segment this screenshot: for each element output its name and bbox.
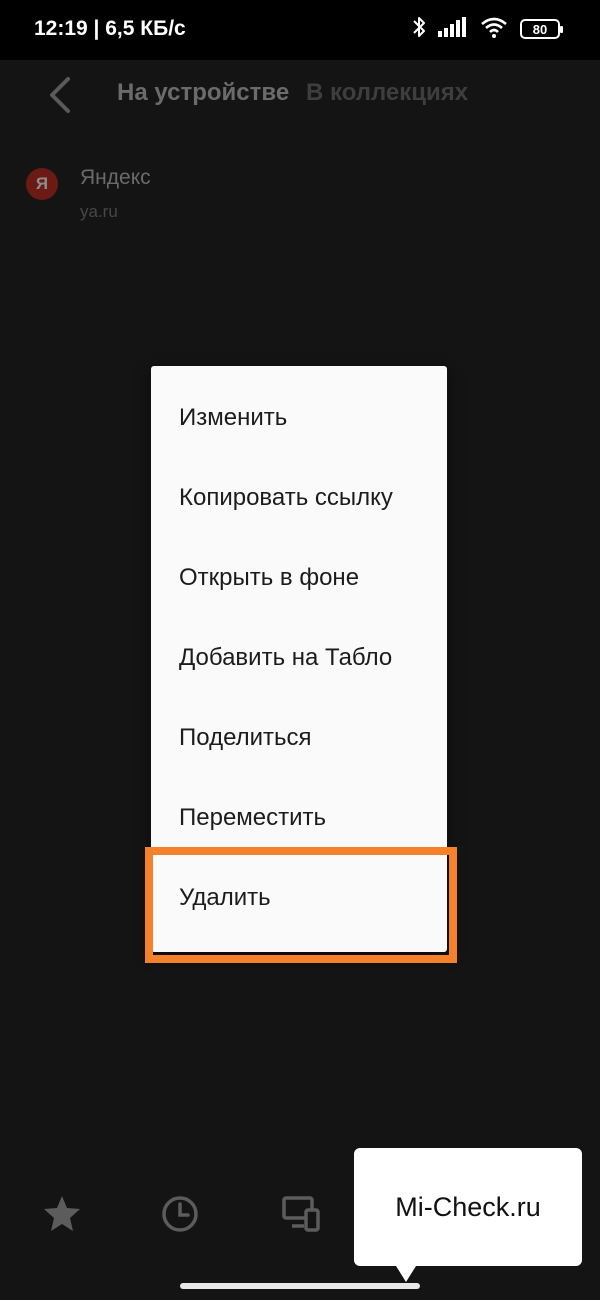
back-button[interactable] bbox=[42, 73, 82, 117]
devices-icon[interactable] bbox=[280, 1192, 324, 1236]
home-indicator[interactable] bbox=[180, 1283, 420, 1289]
highlight-frame bbox=[145, 847, 457, 963]
menu-item-add-to-tablo[interactable]: Добавить на Табло bbox=[151, 618, 447, 698]
wifi-icon bbox=[480, 16, 508, 43]
bookmark-item[interactable]: Я Яндекс ya.ru bbox=[26, 164, 566, 234]
battery-icon: 80 bbox=[520, 19, 563, 39]
clock-icon[interactable] bbox=[158, 1192, 202, 1236]
menu-item-edit[interactable]: Изменить bbox=[151, 378, 447, 458]
bookmark-url: ya.ru bbox=[80, 202, 118, 221]
status-bar: 12:19 | 6,5 КБ/с 80 bbox=[0, 0, 600, 60]
menu-item-open-background[interactable]: Открыть в фоне bbox=[151, 538, 447, 618]
yandex-favicon-icon: Я bbox=[26, 168, 58, 200]
star-icon[interactable] bbox=[40, 1192, 84, 1236]
chevron-left-icon bbox=[50, 77, 70, 113]
bookmark-title: Яндекс bbox=[80, 166, 151, 189]
header: На устройстве В коллекциях bbox=[0, 60, 600, 130]
tab-on-device[interactable]: На устройстве bbox=[117, 79, 289, 107]
bluetooth-icon bbox=[412, 15, 426, 44]
watermark-text: Mi-Check.ru bbox=[395, 1191, 541, 1222]
signal-icon bbox=[438, 16, 468, 42]
tab-in-collections[interactable]: В коллекциях bbox=[306, 79, 468, 107]
watermark-tooltip: Mi-Check.ru bbox=[354, 1148, 582, 1282]
status-icons: 80 bbox=[412, 15, 563, 44]
menu-item-share[interactable]: Поделиться bbox=[151, 698, 447, 778]
status-time: 12:19 | 6,5 КБ/с bbox=[34, 17, 186, 40]
menu-item-move[interactable]: Переместить bbox=[151, 778, 447, 858]
menu-item-copy-link[interactable]: Копировать ссылку bbox=[151, 458, 447, 538]
